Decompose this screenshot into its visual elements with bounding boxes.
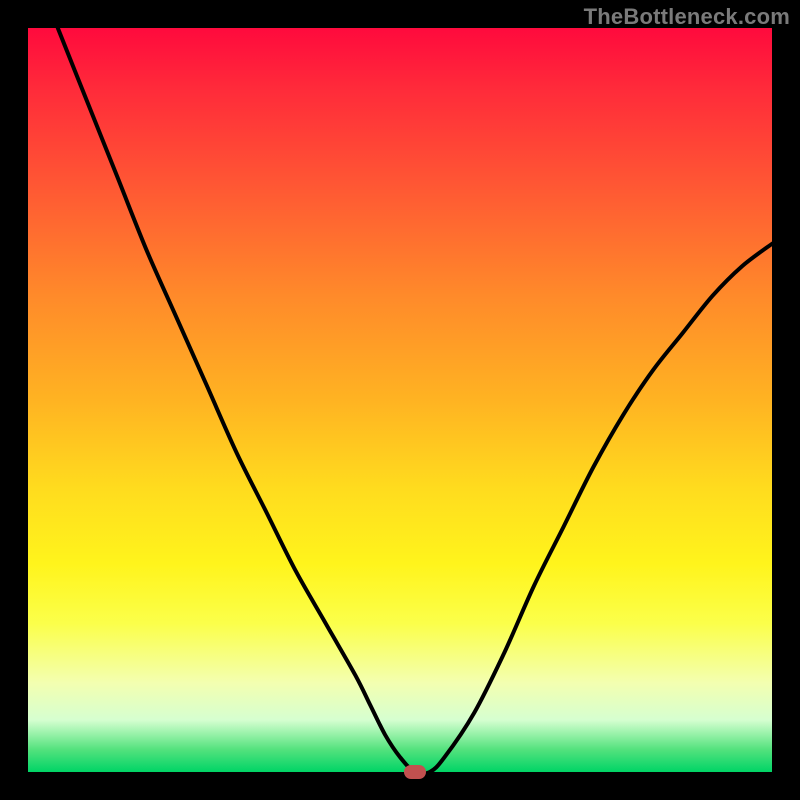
chart-frame: TheBottleneck.com <box>0 0 800 800</box>
plot-area <box>28 28 772 772</box>
curve-svg <box>28 28 772 772</box>
bottleneck-curve-path <box>58 28 772 774</box>
watermark-text: TheBottleneck.com <box>584 4 790 30</box>
minimum-marker <box>404 765 426 779</box>
